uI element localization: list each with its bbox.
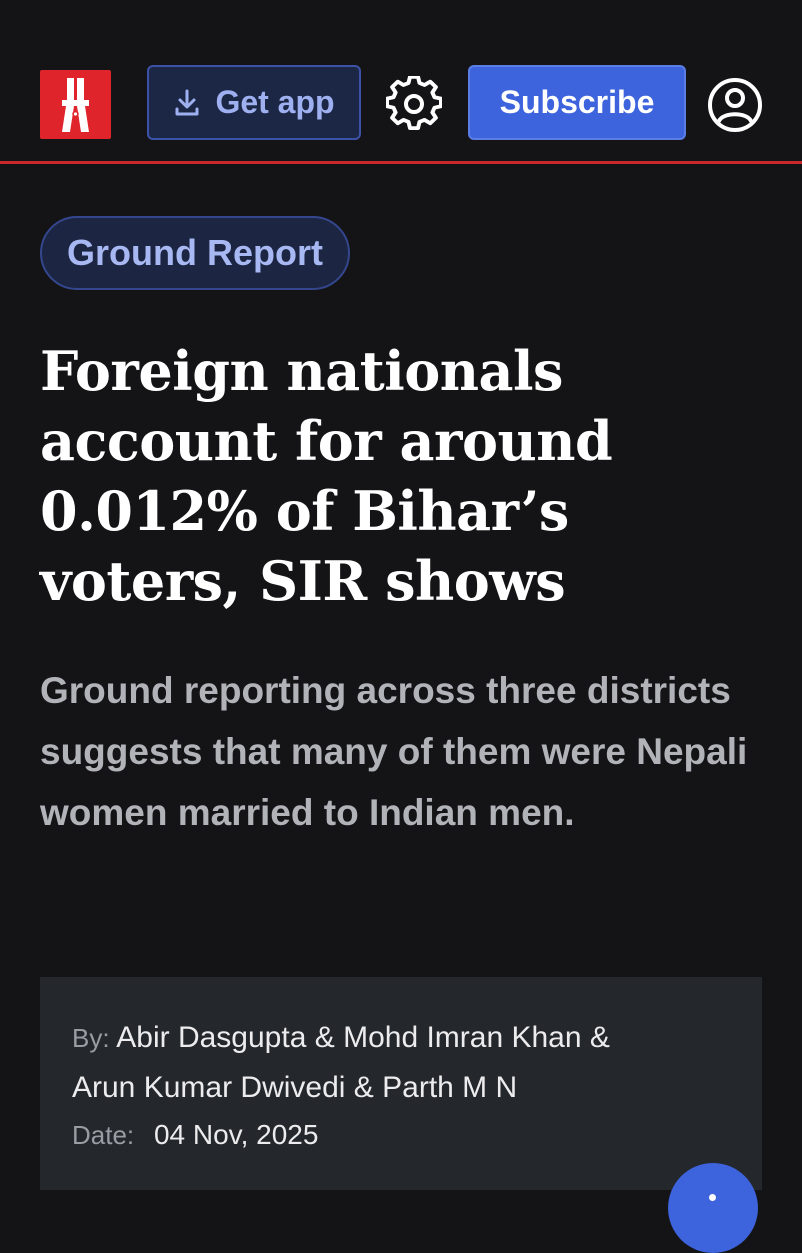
clothespin-logo-icon <box>62 78 89 132</box>
byline-box: By: Abir Dasgupta & Mohd Imran Khan & Ar… <box>40 977 762 1190</box>
get-app-label: Get app <box>215 84 335 120</box>
gear-icon[interactable] <box>386 76 442 132</box>
site-logo[interactable] <box>40 70 111 139</box>
author-name[interactable]: Abir Dasgupta <box>116 1021 306 1054</box>
date-value: 04 Nov, 2025 <box>153 1119 319 1150</box>
author-name[interactable]: Parth M N <box>382 1071 517 1104</box>
byline: By: Abir Dasgupta & Mohd Imran Khan & Ar… <box>72 1013 730 1113</box>
publish-date: Date: 04 Nov, 2025 <box>72 1113 730 1157</box>
article-headline: Foreign nationals account for around 0.0… <box>40 339 613 613</box>
author-separator: & <box>353 1071 374 1104</box>
byline-label: By: <box>72 1023 110 1053</box>
category-tag[interactable]: Ground Report <box>40 216 350 290</box>
author-name[interactable]: Arun Kumar Dwivedi <box>72 1071 345 1104</box>
user-account-icon[interactable] <box>706 76 764 134</box>
site-header: Get app Subscribe <box>0 0 802 164</box>
floating-action-button[interactable] <box>668 1163 758 1253</box>
author-separator: & <box>314 1021 335 1054</box>
subscribe-label: Subscribe <box>499 84 655 120</box>
author-separator: & <box>589 1021 610 1054</box>
author-name[interactable]: Mohd Imran Khan <box>343 1021 581 1054</box>
date-label: Date: <box>72 1120 135 1150</box>
download-icon <box>175 89 199 115</box>
category-label: Ground Report <box>67 232 323 273</box>
get-app-button[interactable]: Get app <box>147 65 361 140</box>
article-deck: Ground reporting across three districts … <box>40 670 748 833</box>
subscribe-button[interactable]: Subscribe <box>468 65 686 140</box>
